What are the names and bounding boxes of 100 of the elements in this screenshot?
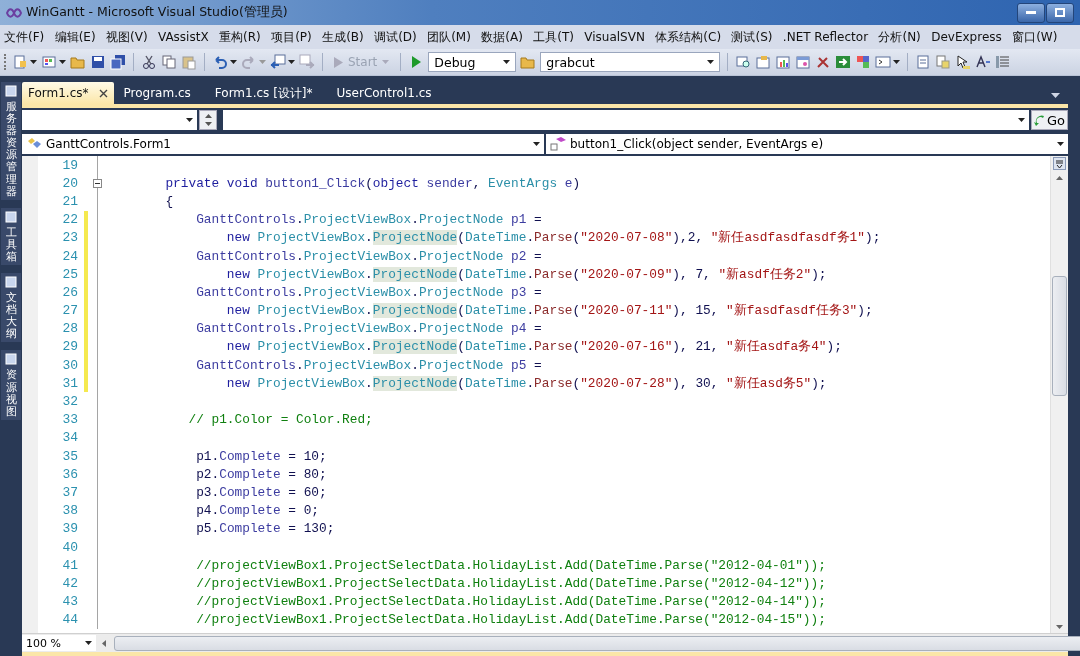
zoom-dropdown[interactable]: 100 %: [22, 635, 96, 651]
line-number: 29: [61, 339, 78, 355]
code-line: //projectViewBox1.ProjectSelectData.HolidayList.Add(DateTime.Parse("2012-04-15"));: [195, 612, 826, 628]
menu-item[interactable]: DevExpress: [931, 30, 1002, 44]
go-button[interactable]: Go: [1030, 110, 1068, 130]
line-number: 21: [61, 193, 78, 209]
menu-item[interactable]: 分析(N): [878, 28, 921, 46]
spin-button[interactable]: [199, 110, 217, 130]
menu-item[interactable]: 工具(T): [533, 28, 574, 46]
menu-item[interactable]: 项目(P): [271, 28, 312, 46]
type-dropdown[interactable]: GanttControls.Form1: [22, 134, 544, 154]
line-number: 37: [61, 484, 78, 500]
line-number: 35: [61, 448, 78, 464]
pointer-icon[interactable]: [955, 54, 972, 70]
line-number: 26: [61, 284, 78, 300]
chart-icon[interactable]: [775, 54, 792, 70]
maximize-icon: [1055, 8, 1065, 17]
cut-icon[interactable]: [141, 54, 157, 70]
line-number: 39: [61, 521, 78, 537]
arrow-right-icon[interactable]: [835, 54, 852, 70]
copy-icon[interactable]: [161, 54, 177, 70]
maximize-button[interactable]: [1046, 2, 1074, 23]
window-icon[interactable]: [795, 54, 812, 70]
menu-item[interactable]: VAssistX: [157, 30, 209, 44]
panel-icon: [5, 210, 17, 223]
dropdown-arrow-icon: [707, 60, 715, 64]
dropdown-arrow-icon: [186, 118, 193, 122]
code-line: p3.Complete = 60;: [195, 484, 327, 500]
minimize-icon: [1026, 10, 1036, 15]
navigate-icon[interactable]: [270, 54, 286, 70]
scrollbar-thumb[interactable]: [1052, 276, 1067, 396]
scroll-up-icon[interactable]: [1056, 176, 1063, 180]
side-panel-tab[interactable]: 文档大纲: [1, 273, 21, 343]
side-panel-tab[interactable]: 工具箱: [1, 207, 21, 266]
code-line: new ProjectViewBox.ProjectNode(DateTime.Parse("2020-07-28"), 30, "新任asd务5");: [225, 374, 827, 392]
dropdown-arrow-icon[interactable]: [288, 60, 295, 64]
line-number: 41: [61, 557, 78, 573]
undo-icon[interactable]: [212, 54, 228, 70]
line-number: 40: [61, 539, 78, 555]
line-number: 44: [61, 612, 78, 628]
scroll-left-icon[interactable]: [102, 639, 106, 647]
font-icon[interactable]: [975, 54, 992, 70]
document-icon[interactable]: [915, 54, 932, 70]
menu-item[interactable]: 生成(B): [322, 28, 364, 46]
menu-item[interactable]: 文件(F): [4, 28, 45, 46]
panel-icon: [5, 276, 17, 289]
code-line: {: [164, 193, 174, 209]
curved-arrow-icon: [1033, 114, 1046, 126]
line-number: 34: [61, 430, 78, 446]
menu-item[interactable]: VisualSVN: [584, 30, 645, 44]
document-tab[interactable]: Form1.cs*: [22, 82, 114, 104]
scroll-down-icon[interactable]: [1056, 625, 1063, 629]
dropdown-arrow-icon[interactable]: [30, 60, 37, 64]
menu-item[interactable]: 窗口(W): [1012, 28, 1058, 46]
menu-item[interactable]: 体系结构(C): [655, 28, 722, 46]
dropdown-arrow-icon[interactable]: [1051, 93, 1060, 98]
document-tab[interactable]: UserControl1.cs: [330, 82, 438, 104]
menu-item[interactable]: 编辑(E): [54, 28, 96, 46]
dropdown-arrow-icon[interactable]: [893, 60, 901, 64]
side-panel-tab[interactable]: 资源视图: [1, 350, 21, 420]
save-icon[interactable]: [90, 54, 106, 70]
dropdown-arrow-icon[interactable]: [230, 60, 237, 64]
save-all-icon[interactable]: [110, 54, 126, 70]
menu-item[interactable]: 测试(S): [731, 28, 773, 46]
find-results-icon[interactable]: [735, 54, 752, 70]
menu-item[interactable]: 重构(R): [219, 28, 261, 46]
side-panel-tab[interactable]: 服务器资源管理器: [1, 82, 21, 200]
menu-item[interactable]: .NET Reflector: [782, 30, 869, 44]
play-icon: [334, 56, 343, 68]
window-title: WinGantt - Microsoft Visual Studio(管理员): [26, 4, 288, 21]
minimize-button[interactable]: [1017, 2, 1045, 23]
menu-item[interactable]: 数据(A): [481, 28, 523, 46]
code-line: new ProjectViewBox.ProjectNode(DateTime.Parse("2020-07-16"), 21, "新任asdfa务4");: [225, 338, 842, 356]
member-dropdown[interactable]: button1_Click(object sender, EventArgs e): [546, 134, 1068, 154]
collapse-icon[interactable]: [93, 178, 102, 188]
line-number: 30: [61, 357, 78, 373]
close-icon[interactable]: [98, 88, 108, 98]
menu-item[interactable]: 调试(D): [374, 28, 417, 46]
menu-item[interactable]: 团队(M): [427, 28, 471, 46]
menu-item[interactable]: 视图(V): [106, 28, 148, 46]
code-line: p1.Complete = 10;: [195, 448, 327, 464]
document-tab[interactable]: Form1.cs [设计]*: [208, 82, 319, 104]
panel-icon: [5, 353, 17, 366]
dropdown-arrow-icon[interactable]: [59, 60, 66, 64]
logo-icon: [6, 6, 22, 19]
dropdown-arrow-icon: [1017, 118, 1025, 122]
code-line: private void button1_Click(object sender, EventArgs e): [164, 175, 581, 191]
blocks-icon[interactable]: [855, 54, 872, 70]
line-number: 33: [61, 412, 78, 428]
find-combo-box[interactable]: grabcut: [540, 52, 721, 72]
line-number: 20: [61, 175, 78, 191]
split-icon[interactable]: [1053, 157, 1066, 170]
code-line: //projectViewBox1.ProjectSelectData.HolidayList.Add(DateTime.Parse("2012-04-01"));: [195, 557, 826, 573]
line-number: 32: [61, 394, 78, 410]
vertical-scrollbar[interactable]: [1050, 156, 1068, 633]
code-line: p5.Complete = 130;: [195, 521, 335, 537]
configuration-dropdown[interactable]: Debug: [428, 52, 517, 72]
add-item-icon[interactable]: [41, 54, 57, 70]
code-line: GanttControls.ProjectViewBox.ProjectNode p1 =: [195, 212, 542, 228]
document-tab[interactable]: Program.cs: [117, 82, 197, 104]
